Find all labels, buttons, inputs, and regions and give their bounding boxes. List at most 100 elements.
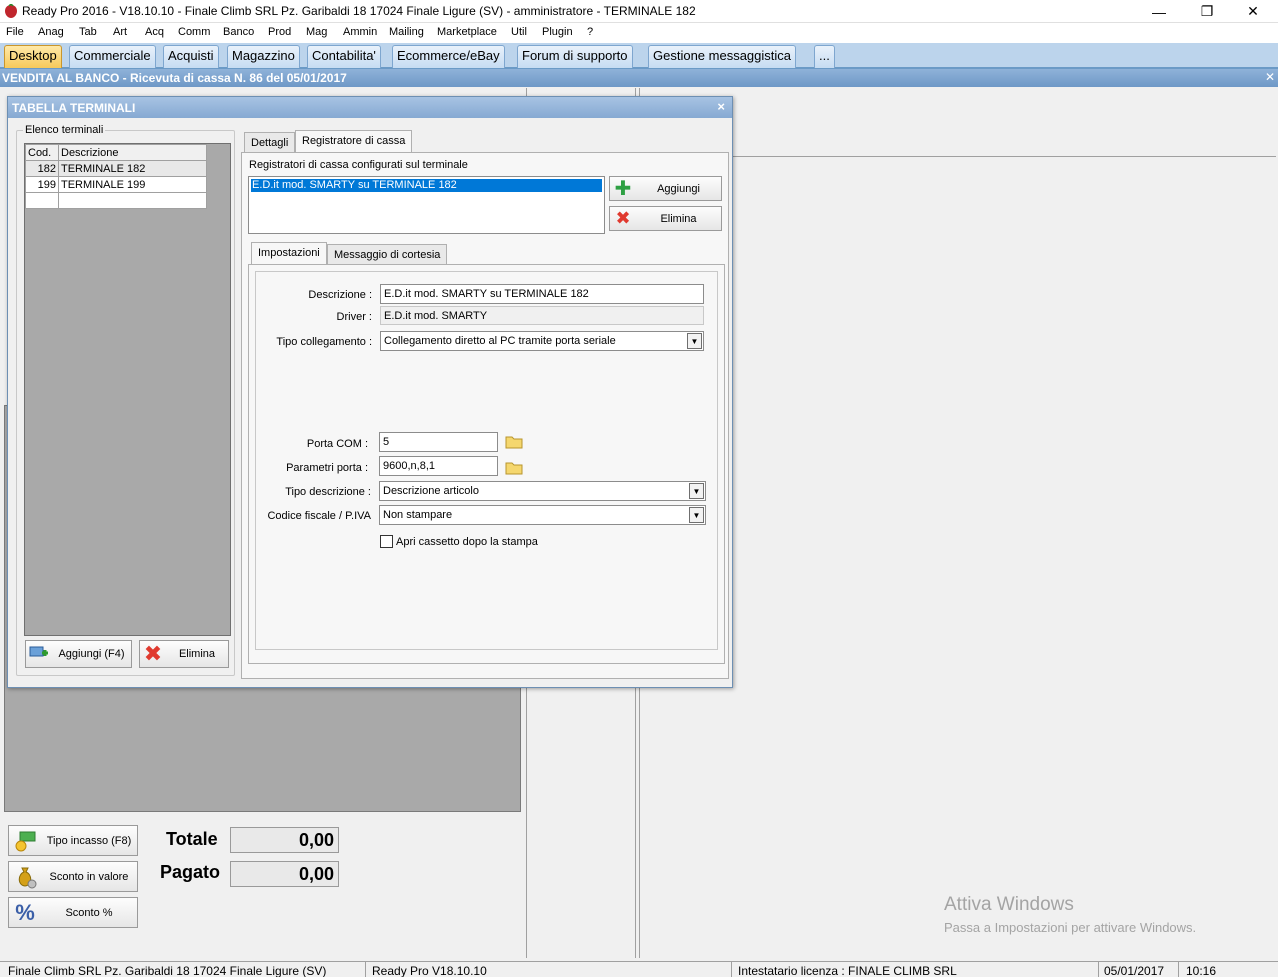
driver-label: Driver :: [336, 311, 372, 323]
maximize-button[interactable]: ❐: [1184, 0, 1230, 23]
menu-ammin[interactable]: Ammin: [343, 26, 377, 38]
activation-watermark-title: Attiva Windows: [944, 894, 1074, 915]
sconto-percent-button[interactable]: % Sconto %: [8, 897, 138, 928]
add-terminal-label: Aggiungi (F4): [58, 648, 125, 660]
menu-banco[interactable]: Banco: [223, 26, 254, 38]
driver-field: E.D.it mod. SMARTY: [380, 306, 704, 325]
column-header-descrizione[interactable]: Descrizione: [58, 144, 207, 161]
money-bag-icon: [9, 864, 41, 890]
menu-prod[interactable]: Prod: [268, 26, 291, 38]
apri-cassetto-label[interactable]: Apri cassetto dopo la stampa: [396, 536, 538, 548]
minimize-button[interactable]: —: [1136, 0, 1182, 23]
dialog-close-icon[interactable]: ×: [717, 99, 725, 114]
status-date: 05/01/2017: [1104, 964, 1165, 977]
window-titlebar: Ready Pro 2016 - V18.10.10 - Finale Clim…: [0, 0, 1278, 23]
menu-acq[interactable]: Acq: [145, 26, 164, 38]
tab-more[interactable]: ...: [814, 45, 835, 68]
registers-list[interactable]: E.D.it mod. SMARTY su TERMINALE 182: [248, 176, 605, 234]
app-icon: [5, 4, 17, 18]
tab-commerciale[interactable]: Commerciale: [69, 45, 156, 68]
status-bar: Finale Climb SRL Pz. Garibaldi 18 17024 …: [0, 961, 1278, 977]
document-titlebar: VENDITA AL BANCO - Ricevuta di cassa N. …: [0, 69, 1278, 87]
terminal-grid[interactable]: Cod. Descrizione 182 TERMINALE 182 199 T…: [24, 143, 231, 636]
table-row[interactable]: 199 TERMINALE 199: [25, 176, 207, 193]
percent-icon: %: [15, 899, 35, 925]
menu-plugin[interactable]: Plugin: [542, 26, 573, 38]
tipo-descrizione-label: Tipo descrizione :: [285, 486, 371, 498]
pagato-value: 0,00: [230, 861, 339, 887]
apri-cassetto-checkbox[interactable]: [380, 535, 393, 548]
column-header-cod[interactable]: Cod.: [25, 144, 59, 161]
menu-mag[interactable]: Mag: [306, 26, 327, 38]
subtab-impostazioni[interactable]: Impostazioni: [251, 242, 327, 265]
descrizione-field[interactable]: E.D.it mod. SMARTY su TERMINALE 182: [380, 284, 704, 304]
close-window-button[interactable]: ✕: [1230, 0, 1276, 23]
sconto-valore-button[interactable]: Sconto in valore: [8, 861, 138, 892]
totale-label: Totale: [166, 829, 218, 849]
status-license: Intestatario licenza : FINALE CLIMB SRL: [738, 964, 957, 977]
subtab-messaggio-cortesia[interactable]: Messaggio di cortesia: [327, 244, 448, 265]
menu-anag[interactable]: Anag: [38, 26, 64, 38]
descrizione-label: Descrizione :: [308, 289, 372, 301]
delete-register-label: Elimina: [660, 212, 697, 225]
tipo-incasso-button[interactable]: Tipo incasso (F8): [8, 825, 138, 856]
status-time: 10:16: [1186, 964, 1217, 977]
sconto-valore-label: Sconto in valore: [49, 870, 129, 883]
registers-caption: Registratori di cassa configurati sul te…: [249, 159, 468, 171]
terminal-list-label: Elenco terminali: [23, 124, 106, 136]
plus-icon: ✚: [614, 178, 632, 200]
codice-fiscale-value: Non stampare: [383, 509, 453, 521]
module-tabstrip: Desktop Commerciale Acquisti Magazzino C…: [0, 43, 1278, 69]
table-row[interactable]: 182 TERMINALE 182: [25, 160, 207, 177]
tab-contabilita[interactable]: Contabilita': [307, 45, 381, 68]
terminals-dialog: TABELLA TERMINALI × Elenco terminali Cod…: [7, 96, 733, 688]
status-version: Ready Pro V18.10.10: [372, 964, 487, 977]
folder-icon[interactable]: [503, 457, 525, 477]
delete-register-button[interactable]: ✖ Elimina: [609, 206, 722, 231]
list-item[interactable]: E.D.it mod. SMARTY su TERMINALE 182: [251, 179, 602, 192]
menu-art[interactable]: Art: [113, 26, 127, 38]
chevron-down-icon[interactable]: ▼: [689, 483, 704, 499]
tipo-collegamento-select[interactable]: Collegamento diretto al PC tramite porta…: [380, 331, 704, 351]
tipo-descrizione-value: Descrizione articolo: [383, 485, 479, 497]
tipo-descrizione-select[interactable]: Descrizione articolo ▼: [379, 481, 706, 501]
menu-mailing[interactable]: Mailing: [389, 26, 424, 38]
tab-registratore-di-cassa[interactable]: Registratore di cassa: [295, 130, 413, 153]
tab-messaggistica[interactable]: Gestione messaggistica: [648, 45, 797, 68]
cell-descrizione: TERMINALE 182: [58, 160, 207, 177]
menu-marketplace[interactable]: Marketplace: [437, 26, 497, 38]
tipo-incasso-label: Tipo incasso (F8): [46, 834, 132, 847]
tab-ecommerce[interactable]: Ecommerce/eBay: [392, 45, 505, 68]
porta-com-field[interactable]: 5: [379, 432, 498, 452]
sconto-percent-label: Sconto %: [65, 906, 113, 919]
menu-comm[interactable]: Comm: [178, 26, 210, 38]
menu-util[interactable]: Util: [511, 26, 527, 38]
add-monitor-icon: [26, 645, 52, 663]
delete-terminal-button[interactable]: ✖ Elimina: [139, 640, 229, 668]
parametri-porta-label: Parametri porta :: [286, 462, 368, 474]
tab-desktop[interactable]: Desktop: [4, 45, 62, 68]
menu-tab[interactable]: Tab: [79, 26, 97, 38]
menu-help[interactable]: ?: [587, 26, 593, 38]
dialog-title: TABELLA TERMINALI: [12, 101, 136, 115]
folder-icon[interactable]: [503, 431, 525, 451]
tab-acquisti[interactable]: Acquisti: [163, 45, 219, 68]
tab-forum[interactable]: Forum di supporto: [517, 45, 633, 68]
table-row-empty[interactable]: [25, 192, 207, 209]
tab-dettagli[interactable]: Dettagli: [244, 132, 296, 153]
menu-file[interactable]: File: [6, 26, 24, 38]
chevron-down-icon[interactable]: ▼: [689, 507, 704, 523]
porta-com-label: Porta COM :: [306, 438, 368, 450]
tab-magazzino[interactable]: Magazzino: [227, 45, 300, 68]
chevron-down-icon[interactable]: ▼: [687, 333, 702, 349]
add-terminal-button[interactable]: Aggiungi (F4): [25, 640, 132, 668]
add-register-button[interactable]: ✚ Aggiungi: [609, 176, 722, 201]
codice-fiscale-select[interactable]: Non stampare ▼: [379, 505, 706, 525]
add-register-label: Aggiungi: [657, 182, 700, 195]
parametri-porta-field[interactable]: 9600,n,8,1: [379, 456, 498, 476]
codice-fiscale-label: Codice fiscale / P.IVA: [267, 510, 371, 522]
document-title: VENDITA AL BANCO - Ricevuta di cassa N. …: [2, 71, 347, 85]
activation-watermark-text: Passa a Impostazioni per attivare Window…: [944, 920, 1197, 935]
cell-cod: 182: [25, 160, 59, 177]
document-close-icon[interactable]: ✕: [1265, 70, 1275, 84]
